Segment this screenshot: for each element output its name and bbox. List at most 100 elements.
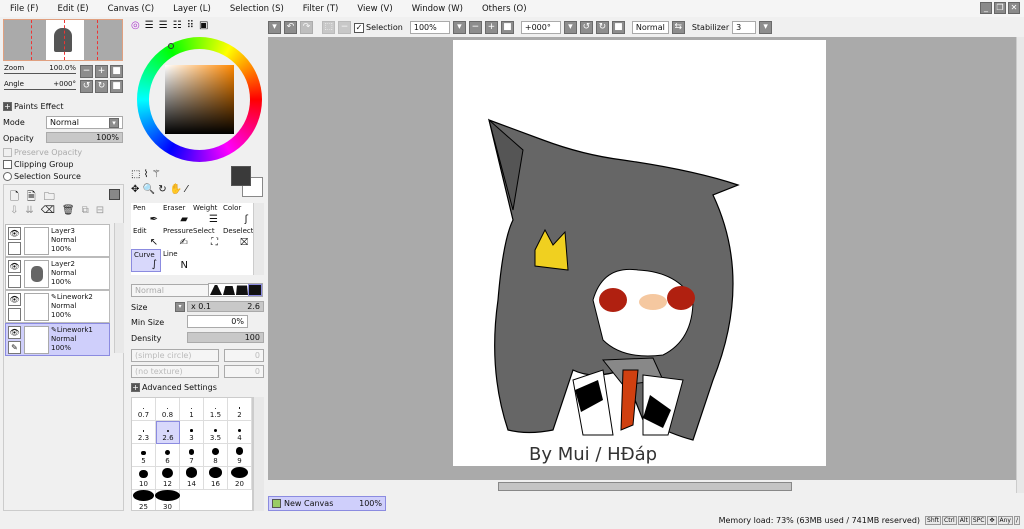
visibility-eye-icon[interactable]: 👁 xyxy=(8,260,21,273)
toolbar-zoom-out-button[interactable]: − xyxy=(468,21,482,34)
brush-size-preset[interactable]: 2 xyxy=(228,398,252,421)
stabilizer-dropdown[interactable]: ▾ xyxy=(759,21,773,34)
view-blend-select[interactable]: Normal xyxy=(631,21,669,34)
tool-edit[interactable]: Edit ↖ xyxy=(131,226,161,249)
opacity-slider[interactable]: 100% xyxy=(46,132,123,143)
preserve-opacity-checkbox[interactable]: Preserve Opacity xyxy=(3,148,82,157)
brush-size-preset[interactable]: 20 xyxy=(228,467,252,490)
canvas-paper[interactable]: By Mui / HĐáp xyxy=(453,40,826,466)
delete-layer-icon[interactable]: 🗑 xyxy=(62,205,75,216)
toolbar-rotate-right-button[interactable]: ↻ xyxy=(595,21,609,34)
brush-texture-select[interactable]: (no texture) xyxy=(131,365,219,378)
brush-size-preset[interactable]: 1.5 xyxy=(204,398,228,421)
brush-shape-3-icon[interactable] xyxy=(236,285,248,295)
visibility-eye-icon[interactable]: 👁 xyxy=(8,227,21,240)
tool-eraser[interactable]: Eraser ▰ xyxy=(161,203,191,226)
angle-slider[interactable]: Angle +000° xyxy=(4,80,76,90)
saturation-value-square[interactable] xyxy=(165,65,234,134)
size-grid-scrollbar[interactable] xyxy=(253,397,264,511)
lasso-icon[interactable]: ⌇ xyxy=(144,169,149,180)
blend-mode-select[interactable]: Normal xyxy=(131,284,219,297)
brush-shape-4-icon[interactable] xyxy=(248,284,262,296)
toolbar-rotate-reset-button[interactable]: ■ xyxy=(611,21,625,34)
zoom-dropdown[interactable]: ▾ xyxy=(452,21,466,34)
size-slider[interactable]: x 0.1 2.6 xyxy=(187,301,264,312)
visibility-eye-icon[interactable]: 👁 xyxy=(8,293,21,306)
rotate-icon[interactable]: ↻ xyxy=(158,184,166,195)
brush-size-preset[interactable]: 16 xyxy=(204,467,228,490)
layer-mask-icon[interactable] xyxy=(109,189,120,200)
menu-item[interactable]: Others (O) xyxy=(482,4,527,14)
brush-size-preset[interactable]: 9 xyxy=(228,444,252,467)
tool-line[interactable]: Line N xyxy=(161,249,191,272)
canvas-vertical-scrollbar[interactable] xyxy=(1016,37,1024,493)
redo-button[interactable]: ↷ xyxy=(300,21,313,34)
canvas-tab[interactable]: New Canvas 100% xyxy=(268,496,386,511)
size-multiplier-dropdown[interactable]: ▾ xyxy=(175,302,185,312)
brush-size-preset[interactable]: 3.5 xyxy=(204,421,228,444)
scratchpad-tab-icon[interactable]: ⠿ xyxy=(187,20,194,31)
angle-dropdown[interactable]: ▾ xyxy=(563,21,577,34)
brush-size-preset[interactable]: 1 xyxy=(180,398,204,421)
undo-button[interactable]: ↶ xyxy=(284,21,297,34)
tool-pen[interactable]: Pen ✒ xyxy=(131,203,161,226)
eyedropper-icon[interactable]: ⁄ xyxy=(185,184,187,195)
tool-curve[interactable]: Curve ∫ xyxy=(131,249,161,272)
menu-item[interactable]: Window (W) xyxy=(412,4,463,14)
menu-item[interactable]: Layer (L) xyxy=(173,4,211,14)
brush-size-preset[interactable]: 3 xyxy=(180,421,204,444)
layer-row[interactable]: 👁 ✎Linework2 Normal 100% xyxy=(5,290,110,323)
toolbar-zoom-in-button[interactable]: + xyxy=(484,21,498,34)
tool-pressure[interactable]: Pressure ✍ xyxy=(161,226,193,249)
visibility-eye-icon[interactable]: 👁 xyxy=(8,326,21,339)
clipping-group-checkbox[interactable]: Clipping Group xyxy=(3,160,73,169)
menu-item[interactable]: View (V) xyxy=(357,4,392,14)
menu-item[interactable]: File (F) xyxy=(10,4,38,14)
rgb-slider-tab-icon[interactable]: ☰ xyxy=(145,20,154,31)
menu-item[interactable]: Edit (E) xyxy=(57,4,88,14)
flatten-icon[interactable]: ⊟ xyxy=(96,205,104,216)
transfer-down-icon[interactable]: ⇩ xyxy=(10,205,18,216)
paints-effect-header[interactable]: + Paints Effect xyxy=(3,102,64,111)
minimize-button[interactable]: _ xyxy=(980,2,992,14)
color-wheel[interactable] xyxy=(137,37,262,162)
flip-horizontal-button[interactable]: ⇆ xyxy=(671,21,685,34)
toolbar-rotate-left-button[interactable]: ↺ xyxy=(579,21,593,34)
editing-pen-icon[interactable]: ✎ xyxy=(8,341,21,354)
dropdown-button[interactable]: ▾ xyxy=(268,21,281,34)
brush-size-preset[interactable]: 25 xyxy=(132,490,156,510)
zoom-reset-button[interactable]: ■ xyxy=(110,65,123,78)
zoom-input[interactable]: 100% xyxy=(409,21,450,34)
zoom-slider[interactable]: Zoom 100.0% xyxy=(4,64,76,74)
brush-shape-2-icon[interactable] xyxy=(223,286,235,295)
tool-scrollbar[interactable] xyxy=(253,203,264,275)
brush-texture-strength[interactable]: 0 xyxy=(224,365,264,378)
brush-size-preset[interactable]: 6 xyxy=(156,444,180,467)
lock-checkbox[interactable] xyxy=(8,308,21,321)
tool-select[interactable]: Select ⛶ xyxy=(191,226,221,249)
invert-selection-button[interactable]: − xyxy=(338,21,351,34)
close-button[interactable]: ✕ xyxy=(1008,2,1020,14)
rotate-right-button[interactable]: ↻ xyxy=(95,80,108,93)
zoom-in-button[interactable]: + xyxy=(95,65,108,78)
color-wheel-tab-icon[interactable]: ◎ xyxy=(131,20,140,31)
brush-size-preset[interactable]: 10 xyxy=(132,467,156,490)
brush-size-preset[interactable]: 4 xyxy=(228,421,252,444)
brush-size-preset[interactable]: 8 xyxy=(204,444,228,467)
navigator-preview[interactable] xyxy=(3,19,123,61)
rotate-left-button[interactable]: ↺ xyxy=(80,80,93,93)
stabilizer-select[interactable]: 3 xyxy=(732,21,757,34)
deselect-button[interactable]: ⬚ xyxy=(322,21,335,34)
brush-size-preset[interactable]: 2.3 xyxy=(132,421,156,444)
brush-size-preset[interactable]: 5 xyxy=(132,444,156,467)
toolbar-zoom-reset-button[interactable]: ■ xyxy=(500,21,514,34)
advanced-settings-toggle[interactable]: + Advanced Settings xyxy=(131,383,217,392)
tool-color[interactable]: Color ʃ xyxy=(221,203,251,226)
min-size-slider[interactable]: 0% xyxy=(187,315,248,328)
brush-shape-1-icon[interactable] xyxy=(210,285,222,295)
canvas-horizontal-scrollbar[interactable] xyxy=(268,480,1016,493)
zoom-out-button[interactable]: − xyxy=(80,65,93,78)
palette-tab-icon[interactable]: ▣ xyxy=(199,20,208,31)
zoom-icon[interactable]: 🔍 xyxy=(143,184,155,195)
rotate-reset-button[interactable]: ■ xyxy=(110,80,123,93)
